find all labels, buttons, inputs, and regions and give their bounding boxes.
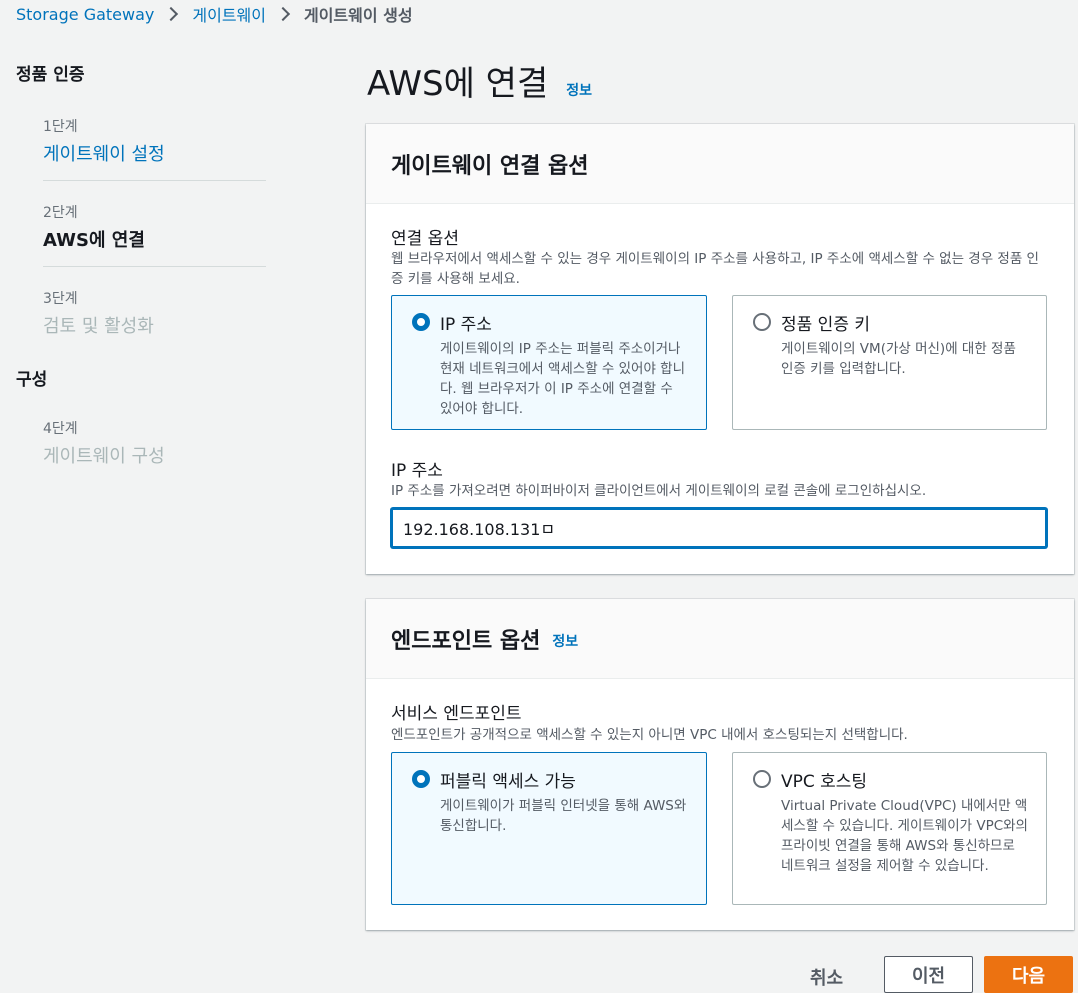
breadcrumb-current: 게이트웨이 생성 xyxy=(303,6,413,25)
panel-title: 엔드포인트 옵션 xyxy=(391,628,541,654)
connection-option-description: 웹 브라우저에서 액세스할 수 있는 경우 게이트웨이의 IP 주소를 사용하고… xyxy=(391,251,1039,287)
radio-selected-icon[interactable] xyxy=(412,313,430,331)
radio-selected-icon[interactable] xyxy=(412,770,430,788)
divider xyxy=(43,266,266,267)
tile-ip-address[interactable]: IP 주소 게이트웨이의 IP 주소는 퍼블릭 주소이거나 현재 네트워크에서 … xyxy=(391,295,707,430)
ip-address-input[interactable] xyxy=(391,508,1047,548)
ip-address-label: IP 주소 xyxy=(391,461,443,481)
tile-description: 게이트웨이의 IP 주소는 퍼블릭 주소이거나 현재 네트워크에서 액세스할 수… xyxy=(440,341,686,417)
connection-option-label: 연결 옵션 xyxy=(391,229,459,249)
step-label-review-activate: 검토 및 활성화 xyxy=(43,316,154,337)
tile-description: Virtual Private Cloud(VPC) 내에서만 액세스할 수 있… xyxy=(781,798,1028,874)
wizard-step-1: 1단계 게이트웨이 설정 xyxy=(16,116,266,166)
tile-description: 게이트웨이가 퍼블릭 인터넷을 통해 AWS와 통신합니다. xyxy=(440,798,687,834)
step-label-connect-aws: AWS에 연결 xyxy=(43,230,145,251)
step-link-gateway-setup[interactable]: 게이트웨이 설정 xyxy=(43,140,266,166)
info-link[interactable]: 정보 xyxy=(566,80,592,100)
tile-title: 정품 인증 키 xyxy=(781,315,871,335)
radio-unselected-icon[interactable] xyxy=(753,770,771,788)
service-endpoint-label: 서비스 엔드포인트 xyxy=(391,704,522,724)
wizard-step-4: 4단계 게이트웨이 구성 xyxy=(16,418,266,468)
breadcrumb-storage-gateway[interactable]: Storage Gateway xyxy=(16,5,154,24)
tile-title: 퍼블릭 액세스 가능 xyxy=(440,772,576,792)
wizard-step-3: 3단계 검토 및 활성화 xyxy=(16,288,266,338)
chevron-right-icon xyxy=(164,6,179,22)
section-title-activation: 정품 인증 xyxy=(16,65,85,85)
step-number: 2단계 xyxy=(43,205,78,221)
panel-header: 엔드포인트 옵션 정보 xyxy=(366,599,1074,679)
service-endpoint-description: 엔드포인트가 공개적으로 액세스할 수 있는지 아니면 VPC 내에서 호스팅되… xyxy=(391,727,908,743)
connection-options-panel: 게이트웨이 연결 옵션 연결 옵션 웹 브라우저에서 액세스할 수 있는 경우 … xyxy=(366,124,1074,574)
step-label-configure-gateway: 게이트웨이 구성 xyxy=(43,446,165,467)
wizard-step-2: 2단계 AWS에 연결 xyxy=(16,202,266,252)
step-number: 4단계 xyxy=(43,421,78,437)
tile-title: IP 주소 xyxy=(440,315,492,335)
tile-description: 게이트웨이의 VM(가상 머신)에 대한 정품 인증 키를 입력합니다. xyxy=(781,341,1016,377)
divider xyxy=(43,180,266,181)
previous-button[interactable]: 이전 xyxy=(884,956,973,993)
panel-header: 게이트웨이 연결 옵션 xyxy=(366,124,1074,204)
step-number: 3단계 xyxy=(43,291,78,307)
info-link[interactable]: 정보 xyxy=(552,631,578,651)
panel-title: 게이트웨이 연결 옵션 xyxy=(391,153,589,179)
page-header: AWS에 연결 정보 xyxy=(367,56,592,105)
tile-vpc-hosted[interactable]: VPC 호스팅 Virtual Private Cloud(VPC) 내에서만 … xyxy=(732,752,1047,905)
radio-unselected-icon[interactable] xyxy=(753,313,771,331)
cancel-button[interactable]: 취소 xyxy=(810,964,843,990)
tile-activation-key[interactable]: 정품 인증 키 게이트웨이의 VM(가상 머신)에 대한 정품 인증 키를 입력… xyxy=(732,295,1047,430)
ip-address-description: IP 주소를 가져오려면 하이퍼바이저 클라이언트에서 게이트웨이의 로컬 콘솔… xyxy=(391,483,927,499)
next-button[interactable]: 다음 xyxy=(984,956,1073,993)
breadcrumb-gateways[interactable]: 게이트웨이 xyxy=(192,2,266,26)
section-title-config: 구성 xyxy=(16,370,48,390)
panel-body: 연결 옵션 웹 브라우저에서 액세스할 수 있는 경우 게이트웨이의 IP 주소… xyxy=(366,204,1074,574)
tile-publicly-accessible[interactable]: 퍼블릭 액세스 가능 게이트웨이가 퍼블릭 인터넷을 통해 AWS와 통신합니다… xyxy=(391,752,707,905)
endpoint-options-panel: 엔드포인트 옵션 정보 서비스 엔드포인트 엔드포인트가 공개적으로 액세스할 … xyxy=(366,599,1074,930)
page-title: AWS에 연결 xyxy=(367,64,549,104)
panel-body: 서비스 엔드포인트 엔드포인트가 공개적으로 액세스할 수 있는지 아니면 VP… xyxy=(366,679,1074,930)
breadcrumb: Storage Gateway 게이트웨이 게이트웨이 생성 xyxy=(16,2,413,26)
chevron-right-icon xyxy=(275,6,291,22)
tile-title: VPC 호스팅 xyxy=(781,772,868,792)
wizard-steps-sidebar: 정품 인증 1단계 게이트웨이 설정 2단계 AWS에 연결 3단계 검토 및 … xyxy=(16,60,266,468)
step-number: 1단계 xyxy=(43,119,78,135)
